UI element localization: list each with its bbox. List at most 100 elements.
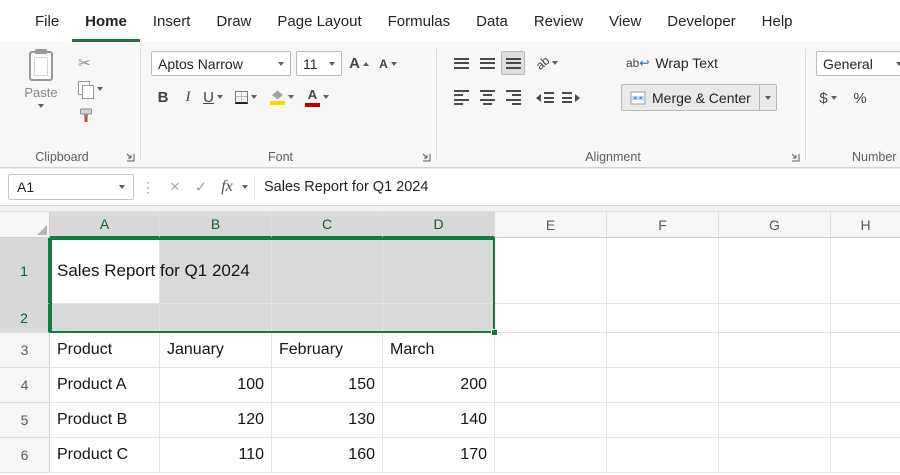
- column-header-G[interactable]: G: [719, 212, 831, 238]
- font-dialog-launcher-icon[interactable]: [421, 152, 431, 162]
- cell-H1[interactable]: [831, 238, 900, 304]
- clipboard-dialog-launcher-icon[interactable]: [125, 152, 135, 162]
- underline-dropdown-icon[interactable]: [216, 95, 223, 99]
- name-box[interactable]: A1: [8, 174, 134, 200]
- column-header-B[interactable]: B: [160, 212, 272, 238]
- row-header-5[interactable]: 5: [0, 403, 50, 438]
- increase-indent-button[interactable]: [559, 86, 583, 110]
- cell-B4[interactable]: 100: [160, 368, 272, 403]
- cell-D4[interactable]: 200: [383, 368, 495, 403]
- tab-page-layout[interactable]: Page Layout: [264, 0, 374, 42]
- merge-and-center-dropdown[interactable]: [759, 84, 777, 111]
- cell-C1[interactable]: [272, 238, 383, 304]
- formula-options-dropdown-icon[interactable]: [242, 185, 248, 189]
- tab-view[interactable]: View: [596, 0, 654, 42]
- align-left-button[interactable]: [449, 86, 473, 110]
- tab-draw[interactable]: Draw: [203, 0, 264, 42]
- top-align-button[interactable]: [449, 51, 473, 75]
- tab-formulas[interactable]: Formulas: [375, 0, 464, 42]
- font-name-combobox[interactable]: Aptos Narrow: [151, 51, 291, 76]
- select-all-corner[interactable]: [0, 212, 50, 238]
- cell-H6[interactable]: [831, 438, 900, 473]
- font-color-dropdown-icon[interactable]: [323, 95, 329, 99]
- cell-C3[interactable]: February: [272, 333, 383, 368]
- italic-button[interactable]: I: [176, 85, 200, 109]
- cell-D2[interactable]: [383, 304, 495, 333]
- fill-color-button[interactable]: [269, 85, 295, 109]
- cell-D6[interactable]: 170: [383, 438, 495, 473]
- cell-E3[interactable]: [495, 333, 607, 368]
- cell-F6[interactable]: [607, 438, 719, 473]
- bold-button[interactable]: B: [151, 85, 175, 109]
- cell-G6[interactable]: [719, 438, 831, 473]
- fill-handle[interactable]: [491, 329, 498, 336]
- cell-D5[interactable]: 140: [383, 403, 495, 438]
- column-header-A[interactable]: A: [50, 212, 160, 238]
- orientation-button[interactable]: ab: [533, 51, 559, 75]
- cell-E5[interactable]: [495, 403, 607, 438]
- cell-C6[interactable]: 160: [272, 438, 383, 473]
- column-header-H[interactable]: H: [831, 212, 900, 238]
- cell-F4[interactable]: [607, 368, 719, 403]
- cell-H3[interactable]: [831, 333, 900, 368]
- fill-color-dropdown-icon[interactable]: [288, 95, 294, 99]
- cell-E1[interactable]: [495, 238, 607, 304]
- cut-button[interactable]: ✂: [78, 53, 103, 73]
- row-header-3[interactable]: 3: [0, 333, 50, 368]
- tab-review[interactable]: Review: [521, 0, 596, 42]
- bottom-align-button[interactable]: [501, 51, 525, 75]
- cell-A1[interactable]: Sales Report for Q1 2024: [50, 238, 250, 304]
- copy-dropdown-icon[interactable]: [97, 87, 103, 91]
- merge-and-center-button[interactable]: Merge & Center: [621, 84, 760, 111]
- cell-A3[interactable]: Product: [50, 333, 160, 368]
- cell-G4[interactable]: [719, 368, 831, 403]
- cell-H4[interactable]: [831, 368, 900, 403]
- paste-dropdown-icon[interactable]: [38, 104, 44, 108]
- cell-F5[interactable]: [607, 403, 719, 438]
- wrap-text-button[interactable]: ab↩ Wrap Text: [621, 52, 723, 74]
- cell-E4[interactable]: [495, 368, 607, 403]
- insert-function-icon[interactable]: fx: [214, 178, 240, 196]
- tab-file[interactable]: File: [22, 0, 72, 42]
- cell-H5[interactable]: [831, 403, 900, 438]
- orientation-dropdown-icon[interactable]: [552, 61, 559, 65]
- accounting-format-button[interactable]: $: [816, 86, 840, 110]
- tab-developer[interactable]: Developer: [654, 0, 748, 42]
- decrease-font-size-button[interactable]: A: [376, 52, 400, 76]
- currency-dropdown-icon[interactable]: [830, 96, 837, 100]
- cell-C4[interactable]: 150: [272, 368, 383, 403]
- row-header-1[interactable]: 1: [0, 238, 50, 304]
- formula-input[interactable]: Sales Report for Q1 2024: [264, 179, 428, 195]
- tab-insert[interactable]: Insert: [140, 0, 204, 42]
- row-header-2[interactable]: 2: [0, 304, 50, 333]
- tab-help[interactable]: Help: [749, 0, 806, 42]
- column-header-D[interactable]: D: [383, 212, 495, 238]
- cell-C5[interactable]: 130: [272, 403, 383, 438]
- cell-E6[interactable]: [495, 438, 607, 473]
- cell-G3[interactable]: [719, 333, 831, 368]
- cell-A5[interactable]: Product B: [50, 403, 160, 438]
- alignment-dialog-launcher-icon[interactable]: [790, 152, 800, 162]
- cell-B2[interactable]: [160, 304, 272, 333]
- name-box-dropdown-icon[interactable]: [119, 185, 125, 189]
- tab-data[interactable]: Data: [463, 0, 521, 42]
- row-header-4[interactable]: 4: [0, 368, 50, 403]
- cell-D1[interactable]: [383, 238, 495, 304]
- tab-home[interactable]: Home: [72, 0, 140, 42]
- align-center-button[interactable]: [475, 86, 499, 110]
- cell-C2[interactable]: [272, 304, 383, 333]
- cell-G5[interactable]: [719, 403, 831, 438]
- formula-bar-drag-handle[interactable]: ⋮: [141, 179, 155, 196]
- column-header-E[interactable]: E: [495, 212, 607, 238]
- font-color-button[interactable]: A: [304, 85, 330, 109]
- align-right-button[interactable]: [501, 86, 525, 110]
- cell-A2[interactable]: [50, 304, 160, 333]
- borders-dropdown-icon[interactable]: [251, 95, 257, 99]
- font-size-combobox[interactable]: 11: [296, 51, 342, 76]
- cancel-icon[interactable]: ×: [162, 177, 188, 197]
- format-painter-button[interactable]: [78, 105, 103, 125]
- enter-icon[interactable]: ✓: [188, 178, 214, 196]
- cell-B5[interactable]: 120: [160, 403, 272, 438]
- copy-button[interactable]: [78, 79, 103, 99]
- middle-align-button[interactable]: [475, 51, 499, 75]
